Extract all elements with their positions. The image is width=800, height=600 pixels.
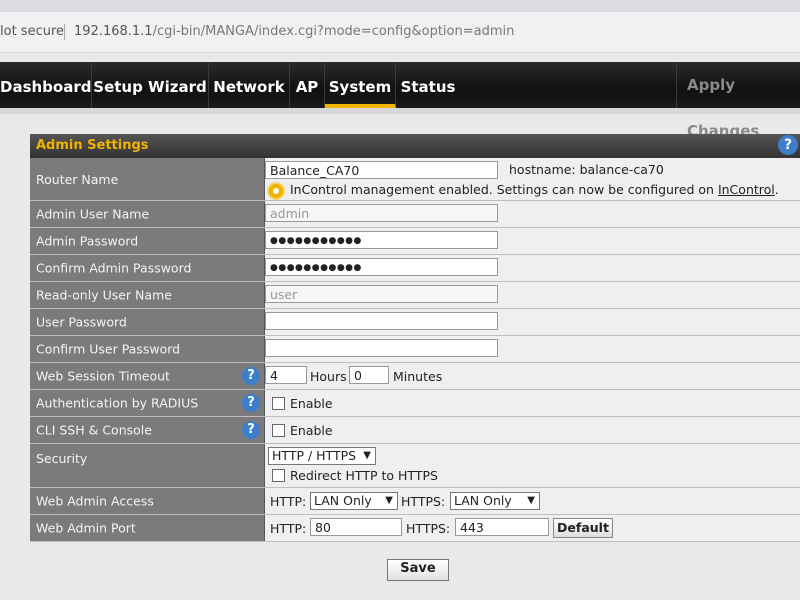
port-https-label: HTTPS: xyxy=(406,521,451,536)
router-name-input[interactable]: Balance_CA70 xyxy=(265,161,498,179)
security-label: Security xyxy=(30,444,265,487)
row-admin-password: Admin Password ●●●●●●●●●●● xyxy=(30,228,800,255)
browser-tab-strip xyxy=(0,0,800,12)
user-password-input[interactable] xyxy=(265,312,498,330)
router-name-value: Balance_CA70 hostname: balance-ca70 InCo… xyxy=(265,158,800,200)
redirect-https-label: Redirect HTTP to HTTPS xyxy=(290,468,438,483)
chevron-down-icon: ▼ xyxy=(385,495,393,506)
chevron-down-icon: ▼ xyxy=(363,450,371,461)
help-icon[interactable]: ? xyxy=(242,421,260,439)
incontrol-link[interactable]: InControl xyxy=(718,182,775,197)
access-https-label: HTTPS: xyxy=(401,494,446,509)
session-timeout-label: Web Session Timeout? xyxy=(30,363,265,389)
row-confirm-user-password: Confirm User Password xyxy=(30,336,800,363)
tab-setup-wizard[interactable]: Setup Wizard xyxy=(92,62,209,108)
admin-access-label: Web Admin Access xyxy=(30,488,265,514)
tab-network[interactable]: Network xyxy=(209,62,290,108)
row-router-name: Router Name Balance_CA70 hostname: balan… xyxy=(30,158,800,201)
default-port-button[interactable]: Default xyxy=(553,518,613,538)
access-https-select[interactable]: LAN Only ▼ xyxy=(450,492,540,510)
user-password-label: User Password xyxy=(30,309,265,335)
admin-user-input[interactable]: admin xyxy=(265,204,498,222)
row-admin-user: Admin User Name admin xyxy=(30,201,800,228)
readonly-user-input[interactable]: user xyxy=(265,285,498,303)
security-indicator[interactable]: lot secure xyxy=(0,24,64,39)
row-confirm-admin-password: Confirm Admin Password ●●●●●●●●●●● xyxy=(30,255,800,282)
port-https-input[interactable]: 443 xyxy=(455,518,549,536)
tab-status[interactable]: Status xyxy=(396,62,460,108)
row-radius: Authentication by RADIUS? Enable xyxy=(30,390,800,417)
readonly-user-label: Read-only User Name xyxy=(30,282,265,308)
nav-underline xyxy=(0,108,800,114)
tab-ap[interactable]: AP xyxy=(290,62,325,108)
radius-label: Authentication by RADIUS? xyxy=(30,390,265,416)
row-security: Security HTTP / HTTPS ▼ Redirect HTTP to … xyxy=(30,444,800,488)
port-http-input[interactable]: 80 xyxy=(310,518,402,536)
row-user-password: User Password xyxy=(30,309,800,336)
browser-address-bar: lot secure 192.168.1.1/cgi-bin/MANGA/ind… xyxy=(0,0,800,53)
admin-password-label: Admin Password xyxy=(30,228,265,254)
security-select[interactable]: HTTP / HTTPS ▼ xyxy=(268,447,376,465)
help-icon[interactable]: ? xyxy=(242,394,260,412)
panel-header: Admin Settings ? xyxy=(30,134,800,158)
url-host: 192.168.1.1 xyxy=(74,24,153,39)
confirm-admin-password-input[interactable]: ●●●●●●●●●●● xyxy=(265,258,498,276)
panel-title: Admin Settings xyxy=(36,138,149,153)
admin-user-label: Admin User Name xyxy=(30,201,265,227)
tab-dashboard[interactable]: Dashboard xyxy=(0,62,92,108)
confirm-user-password-input[interactable] xyxy=(265,339,498,357)
incontrol-icon xyxy=(269,184,283,198)
ssh-label: CLI SSH & Console? xyxy=(30,417,265,443)
ssh-enable-label: Enable xyxy=(290,423,333,438)
row-readonly-user: Read-only User Name user xyxy=(30,282,800,309)
radius-enable-label: Enable xyxy=(290,396,333,411)
row-admin-port: Web Admin Port HTTP: 80 HTTPS: 443 Defau… xyxy=(30,515,800,542)
minutes-label: Minutes xyxy=(393,369,443,384)
tab-system[interactable]: System xyxy=(325,62,396,108)
hostname-text: hostname: balance-ca70 xyxy=(509,162,664,177)
confirm-admin-password-label: Confirm Admin Password xyxy=(30,255,265,281)
admin-port-label: Web Admin Port xyxy=(30,515,265,541)
apply-changes-button[interactable]: Apply Changes xyxy=(676,62,800,140)
redirect-https-checkbox[interactable] xyxy=(272,469,285,482)
chevron-down-icon: ▼ xyxy=(527,495,535,506)
url-path: /cgi-bin/MANGA/index.cgi?mode=config&opt… xyxy=(152,24,515,39)
ssh-enable-checkbox[interactable] xyxy=(272,424,285,437)
row-ssh: CLI SSH & Console? Enable xyxy=(30,417,800,444)
main-nav: Dashboard Setup Wizard Network AP System… xyxy=(0,62,800,140)
divider xyxy=(64,24,65,40)
access-http-select[interactable]: LAN Only ▼ xyxy=(310,492,398,510)
timeout-hours-input[interactable]: 4 xyxy=(265,366,307,384)
timeout-minutes-input[interactable]: 0 xyxy=(349,366,389,384)
confirm-user-password-label: Confirm User Password xyxy=(30,336,265,362)
radius-enable-checkbox[interactable] xyxy=(272,397,285,410)
row-admin-access: Web Admin Access HTTP: LAN Only ▼ HTTPS: … xyxy=(30,488,800,515)
help-icon[interactable]: ? xyxy=(242,367,260,385)
url-field[interactable]: 192.168.1.1/cgi-bin/MANGA/index.cgi?mode… xyxy=(74,24,514,39)
router-name-label: Router Name xyxy=(30,158,265,200)
port-http-label: HTTP: xyxy=(270,521,307,536)
row-session-timeout: Web Session Timeout? 4 Hours 0 Minutes xyxy=(30,363,800,390)
save-button[interactable]: Save xyxy=(387,559,449,581)
hours-label: Hours xyxy=(310,369,347,384)
admin-settings-panel: Admin Settings ? Router Name Balance_CA7… xyxy=(30,134,800,542)
access-http-label: HTTP: xyxy=(270,494,307,509)
help-icon[interactable]: ? xyxy=(778,135,798,155)
incontrol-notice: InControl management enabled. Settings c… xyxy=(290,182,779,197)
admin-password-input[interactable]: ●●●●●●●●●●● xyxy=(265,231,498,249)
